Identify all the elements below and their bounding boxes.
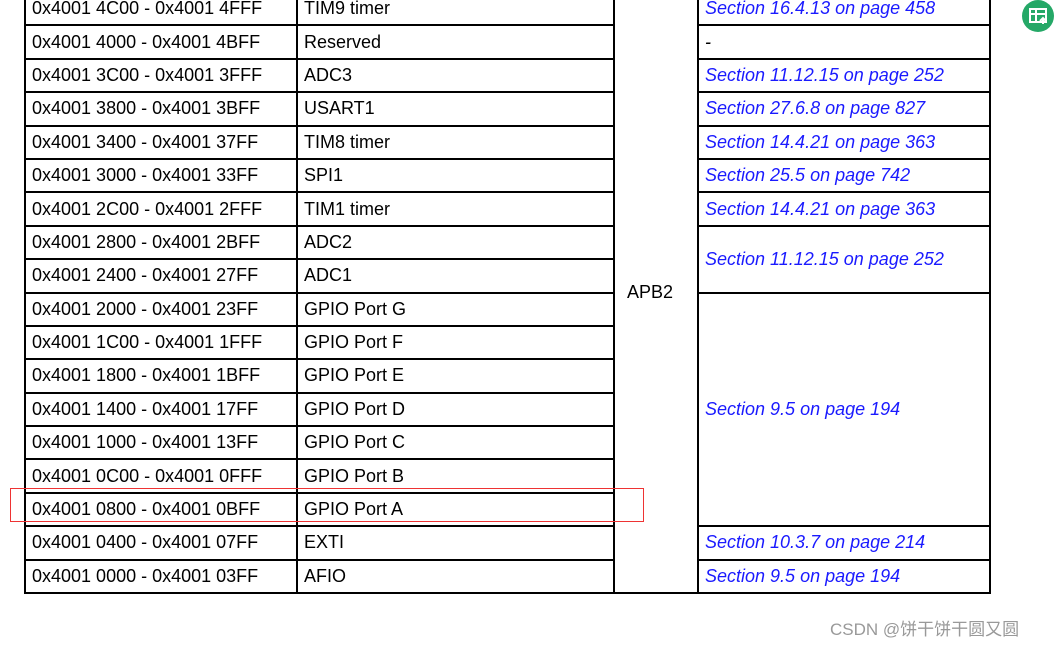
peripheral-cell: GPIO Port G <box>296 291 615 327</box>
watermark: CSDN @饼干饼干圆又圆 <box>830 620 1020 639</box>
reference-link[interactable]: Section 25.5 on page 742 <box>697 157 991 194</box>
reference-link[interactable]: Section 27.6.8 on page 827 <box>697 91 991 127</box>
address-cell: 0x4001 0C00 - 0x4001 0FFF <box>24 458 298 494</box>
table-row: 0x4001 3C00 - 0x4001 3FFF ADC3 Section 11.… <box>24 57 991 94</box>
table-row: 0x4001 3800 - 0x4001 3BFF USART1 Section 2… <box>24 91 991 127</box>
reference-link[interactable]: Section 9.5 on page 194 <box>697 291 991 528</box>
address-cell: 0x4001 0400 - 0x4001 07FF <box>24 525 298 561</box>
peripheral-cell: ADC2 <box>296 224 615 261</box>
address-cell: 0x4001 3400 - 0x4001 37FF <box>24 124 298 160</box>
peripheral-cell: USART1 <box>296 91 615 127</box>
reference-link[interactable]: Section 10.3.7 on page 214 <box>697 525 991 561</box>
reference-link[interactable]: Section 14.4.21 on page 363 <box>697 124 991 160</box>
address-cell: 0x4001 4000 - 0x4001 4BFF <box>24 24 298 60</box>
peripheral-cell: SPI1 <box>296 157 615 194</box>
address-cell: 0x4001 2400 - 0x4001 27FF <box>24 258 298 294</box>
bus-cell: APB2 <box>613 0 699 595</box>
table-row: 0x4001 0400 - 0x4001 07FF EXTI Section 10.… <box>24 525 991 561</box>
table-row: 0x4001 3000 - 0x4001 33FF SPI1 Section 25.… <box>24 157 991 194</box>
address-cell: 0x4001 1800 - 0x4001 1BFF <box>24 358 298 394</box>
address-cell: 0x4001 2800 - 0x4001 2BFF <box>24 224 298 261</box>
address-cell: 0x4001 2C00 - 0x4001 2FFF <box>24 191 298 227</box>
reference-link[interactable]: - <box>697 24 991 60</box>
table-row: 0x4001 0000 - 0x4001 03FF AFIO Section 9.5… <box>24 558 991 595</box>
reference-link[interactable]: Section 16.4.13 on page 458 <box>697 0 991 27</box>
reference-link[interactable]: Section 9.5 on page 194 <box>697 558 991 595</box>
address-cell: 0x4001 2000 - 0x4001 23FF <box>24 291 298 327</box>
address-cell: 0x4001 3000 - 0x4001 33FF <box>24 157 298 194</box>
peripheral-cell: GPIO Port D <box>296 391 615 428</box>
peripheral-cell: GPIO Port C <box>296 425 615 461</box>
peripheral-cell: Reserved <box>296 24 615 60</box>
memory-map-table: 0x4001 4C00 - 0x4001 4FFF TIM9 timer APB2 S… <box>24 0 991 595</box>
reference-link[interactable]: Section 11.12.15 on page 252 <box>697 57 991 94</box>
address-cell: 0x4001 3C00 - 0x4001 3FFF <box>24 57 298 94</box>
table-export-icon[interactable] <box>1022 0 1054 32</box>
peripheral-cell: GPIO Port F <box>296 324 615 361</box>
peripheral-cell: AFIO <box>296 558 615 595</box>
address-cell: 0x4001 0800 - 0x4001 0BFF <box>24 491 298 528</box>
peripheral-cell: GPIO Port A <box>296 491 615 528</box>
peripheral-cell: TIM1 timer <box>296 191 615 227</box>
table-row: 0x4001 4C00 - 0x4001 4FFF TIM9 timer APB2 S… <box>24 0 991 595</box>
peripheral-cell: TIM9 timer <box>296 0 615 27</box>
table-row: 0x4001 2000 - 0x4001 23FF GPIO Port G Sect… <box>24 291 991 528</box>
reference-link[interactable]: Section 14.4.21 on page 363 <box>697 191 991 227</box>
peripheral-cell: ADC3 <box>296 57 615 94</box>
peripheral-cell: EXTI <box>296 525 615 561</box>
peripheral-cell: GPIO Port E <box>296 358 615 394</box>
table-row: 0x4001 2C00 - 0x4001 2FFF TIM1 timer Secti… <box>24 191 991 227</box>
address-cell: 0x4001 1400 - 0x4001 17FF <box>24 391 298 428</box>
reference-link[interactable]: Section 11.12.15 on page 252 <box>697 224 991 294</box>
address-cell: 0x4001 4C00 - 0x4001 4FFF <box>24 0 298 27</box>
table-row: 0x4001 3400 - 0x4001 37FF TIM8 timer Secti… <box>24 124 991 160</box>
address-cell: 0x4001 3800 - 0x4001 3BFF <box>24 91 298 127</box>
address-cell: 0x4001 1C00 - 0x4001 1FFF <box>24 324 298 361</box>
table-row: 0x4001 2800 - 0x4001 2BFF ADC2 Section 11.… <box>24 224 991 294</box>
address-cell: 0x4001 0000 - 0x4001 03FF <box>24 558 298 595</box>
table-row: 0x4001 4000 - 0x4001 4BFF Reserved - <box>24 24 991 60</box>
peripheral-cell: GPIO Port B <box>296 458 615 494</box>
peripheral-cell: ADC1 <box>296 258 615 294</box>
address-cell: 0x4001 1000 - 0x4001 13FF <box>24 425 298 461</box>
peripheral-cell: TIM8 timer <box>296 124 615 160</box>
